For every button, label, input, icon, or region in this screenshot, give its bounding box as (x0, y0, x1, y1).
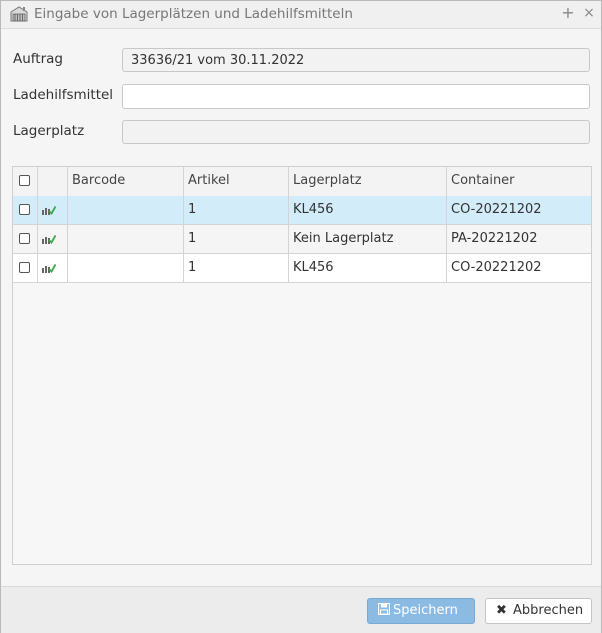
auftrag-label: Auftrag (13, 51, 63, 67)
table-row[interactable]: 1 KL456 CO-20221202 (13, 196, 591, 225)
header-barcode[interactable]: Barcode (68, 167, 184, 196)
container-cell: PA-20221202 (451, 231, 538, 246)
grid-header: Barcode Artikel Lagerplatz Container (13, 167, 591, 197)
barcode-cell (68, 196, 184, 224)
table-row[interactable]: 1 Kein Lagerplatz PA-20221202 (13, 225, 591, 254)
header-lagerplatz[interactable]: Lagerplatz (289, 167, 447, 196)
auftrag-field[interactable] (122, 48, 590, 72)
cancel-label: Abbrechen (513, 603, 584, 618)
row-checkbox[interactable] (19, 233, 30, 244)
status-ok-icon (42, 206, 56, 215)
maximize-button[interactable]: + (560, 5, 576, 21)
warehouse-icon (10, 6, 28, 22)
dialog-footer: Speichern ✖ Abbrechen (1, 586, 601, 633)
header-artikel[interactable]: Artikel (184, 167, 289, 196)
save-label: Speichern (393, 603, 458, 618)
artikel-cell: 1 (184, 254, 289, 282)
dialog-window: Eingabe von Lagerplätzen und Ladehilfsmi… (0, 0, 602, 633)
lagerplatz-cell: KL456 (289, 254, 447, 282)
container-cell: CO-20221202 (451, 202, 542, 217)
floppy-disk-icon (378, 603, 390, 615)
lagerplatz-label: Lagerplatz (13, 123, 85, 139)
close-button[interactable]: × (581, 5, 597, 21)
barcode-cell (68, 225, 184, 253)
lagerplatz-cell: KL456 (289, 196, 447, 224)
header-status[interactable] (38, 167, 68, 196)
lagerplatz-field[interactable] (122, 120, 590, 144)
ladehilfsmittel-field[interactable] (122, 84, 590, 109)
status-ok-icon (42, 235, 56, 244)
row-status-cell (38, 225, 68, 253)
row-status-cell (38, 254, 68, 282)
cancel-button[interactable]: ✖ Abbrechen (485, 598, 592, 624)
select-all-checkbox[interactable] (19, 175, 30, 186)
window-title: Eingabe von Lagerplätzen und Ladehilfsmi… (34, 6, 353, 22)
row-checkbox[interactable] (19, 262, 30, 273)
storage-grid: Barcode Artikel Lagerplatz Container 1 K… (12, 166, 592, 565)
status-ok-icon (42, 264, 56, 273)
lagerplatz-cell: Kein Lagerplatz (289, 225, 447, 253)
barcode-cell (68, 254, 184, 282)
artikel-cell: 1 (184, 196, 289, 224)
row-select-cell[interactable] (13, 225, 38, 253)
artikel-cell: 1 (184, 225, 289, 253)
row-select-cell[interactable] (13, 196, 38, 224)
container-cell: CO-20221202 (451, 260, 542, 275)
header-select-all[interactable] (13, 167, 38, 196)
ladehilfsmittel-label: Ladehilfsmittel (13, 87, 114, 103)
row-checkbox[interactable] (19, 204, 30, 215)
save-button[interactable]: Speichern (367, 598, 475, 624)
x-icon: ✖ (496, 603, 507, 618)
header-container[interactable]: Container (447, 167, 591, 196)
table-row[interactable]: 1 KL456 CO-20221202 (13, 254, 591, 283)
row-status-cell (38, 196, 68, 224)
row-select-cell[interactable] (13, 254, 38, 282)
title-bar[interactable]: Eingabe von Lagerplätzen und Ladehilfsmi… (1, 1, 601, 29)
